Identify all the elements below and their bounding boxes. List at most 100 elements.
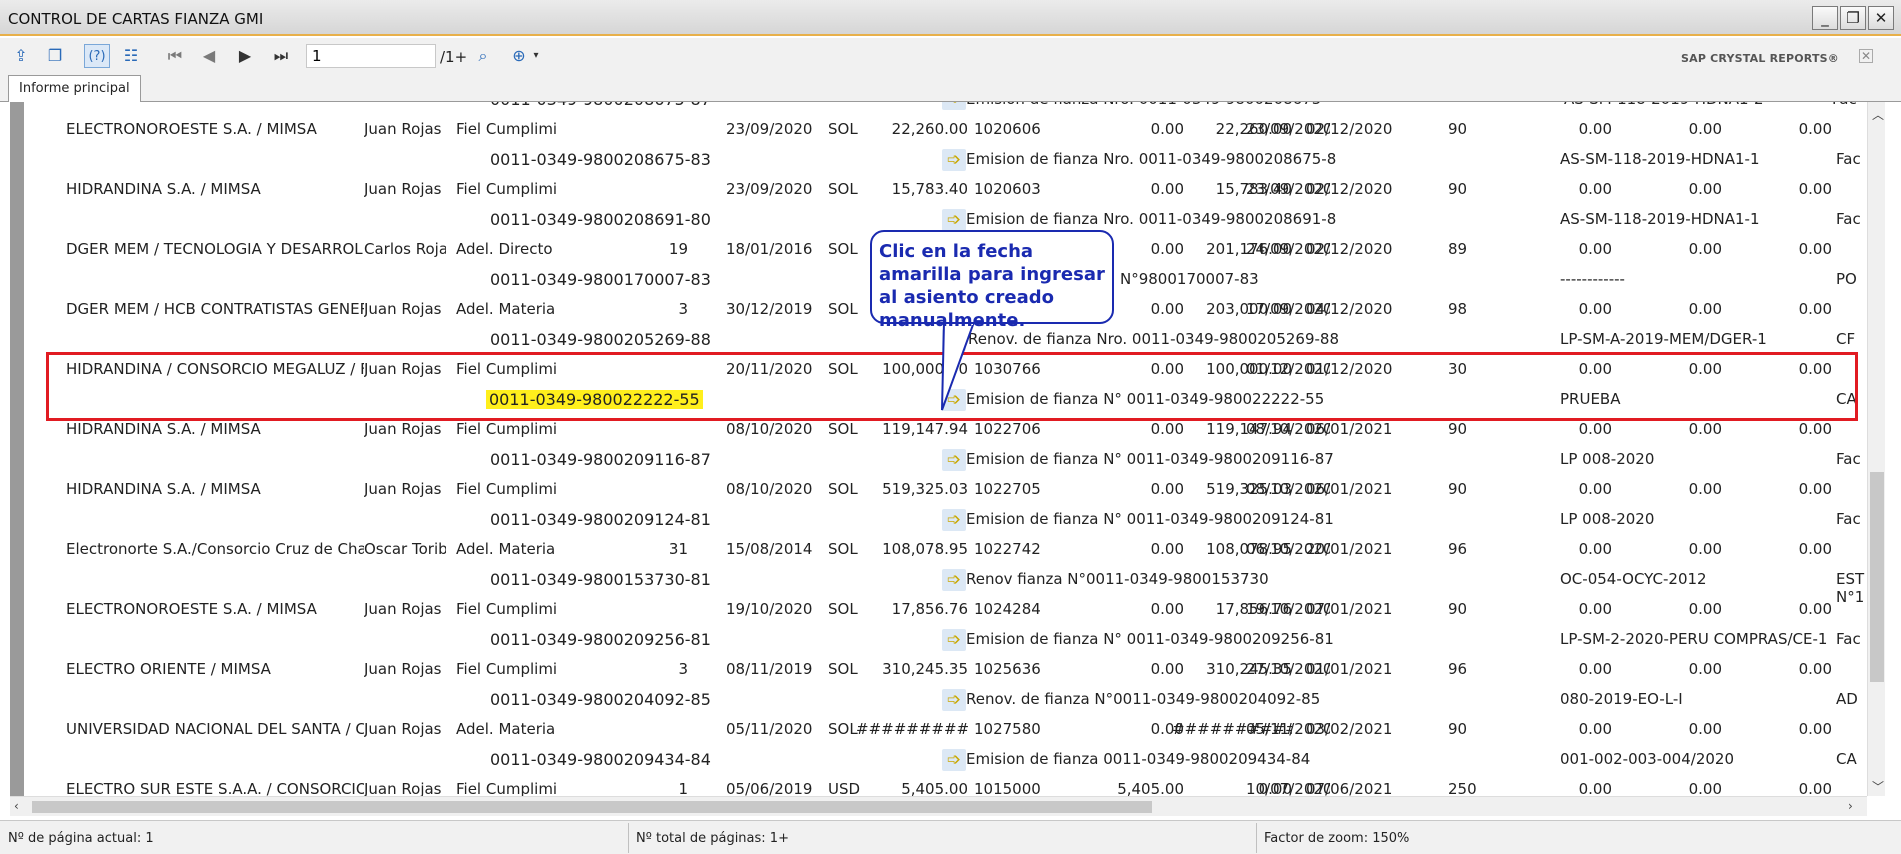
zoom-icon[interactable]: ⊕ <box>506 44 532 68</box>
proceso-code: AS-SM-118-2019-HDNA1-2 <box>1564 102 1804 108</box>
extra-text: CF <box>1836 330 1856 348</box>
col-f_fin: 02/12/2020 <box>1306 120 1393 138</box>
proceso-code: AS-SM-118-2019-HDNA1-1 <box>1560 210 1760 228</box>
vertical-scroll-thumb[interactable] <box>1870 472 1884 682</box>
glosa-text: Emision de fianza Nro. 0011-0349-9800208… <box>966 102 1326 108</box>
brand-close-icon[interactable]: ✕ <box>1859 49 1873 63</box>
drilldown-arrow-icon[interactable]: ➩ <box>942 509 966 531</box>
col-dias: 90 <box>1448 180 1468 198</box>
last-page-icon[interactable]: ⏭ <box>268 44 294 68</box>
status-total-pages: Nº total de páginas: 1+ <box>636 831 789 846</box>
col-f_fin: 02/12/2020 <box>1306 180 1393 198</box>
col-tipo: Fiel Cumplimi <box>456 180 556 198</box>
col-tipo: Fiel Cumplimi <box>456 660 556 678</box>
horizontal-scroll-thumb[interactable] <box>32 801 1152 813</box>
carta-number: 0011-0349-9800208675-87 <box>490 102 730 109</box>
col-v2: 0.00 <box>1688 660 1722 678</box>
col-n: 1 <box>678 780 688 796</box>
col-resp: Juan Rojas <box>364 120 442 138</box>
extra-text: CA <box>1836 750 1857 768</box>
glosa-text: Emision de fianza Nro. 0011-0349-9800208… <box>966 210 1336 228</box>
scroll-left-icon[interactable]: ‹ <box>14 799 19 813</box>
glosa-text: Emision de fianza N° 0011-0349-980020911… <box>966 450 1334 468</box>
glosa-text: Emision de fianza 0011-0349-9800209434-8… <box>966 750 1311 768</box>
proceso-code: LP-SM-2-2020-PERU COMPRAS/CE-1 <box>1560 630 1828 648</box>
extra-text: Fac <box>1832 102 1867 108</box>
col-v3: 0.00 <box>1798 240 1832 258</box>
restore-button[interactable]: ❐ <box>1840 6 1866 30</box>
carta-number: 0011-0349-9800204092-85 <box>490 690 711 709</box>
glosa-text: Emision de fianza N° 0011-0349-980020925… <box>966 630 1334 648</box>
carta-number: 0011-0349-9800205269-88 <box>490 330 711 349</box>
col-dias: 250 <box>1448 780 1477 796</box>
vertical-scrollbar[interactable]: ︿ ﹀ <box>1867 102 1885 796</box>
scroll-right-icon[interactable]: › <box>1848 799 1853 813</box>
col-tipo: Fiel Cumplimi <box>456 480 556 498</box>
glosa-text: Renov. de fianza Nro. 0011-0349-98002052… <box>968 330 1338 348</box>
col-asiento: 1020606 <box>974 120 1041 138</box>
col-v3: 0.00 <box>1798 120 1832 138</box>
col-resp: Juan Rojas <box>364 420 442 438</box>
col-f_fin: 03/02/2021 <box>1306 720 1393 738</box>
group-tree-icon[interactable]: ☷ <box>118 44 144 68</box>
export-icon[interactable]: ⇪ <box>8 44 34 68</box>
col-resp: Juan Rojas <box>364 780 442 796</box>
drilldown-arrow-icon[interactable]: ➩ <box>942 149 966 171</box>
col-asiento: 1022705 <box>974 480 1041 498</box>
drilldown-arrow-icon[interactable]: ➩ <box>942 449 966 471</box>
find-icon[interactable]: ⌕ <box>470 44 496 68</box>
next-page-icon[interactable]: ▶ <box>232 44 258 68</box>
col-cliente: DGER MEM / HCB CONTRATISTAS GENERA <box>66 300 364 318</box>
minimize-button[interactable]: _ <box>1812 6 1838 30</box>
scroll-down-icon[interactable]: ﹀ <box>1872 778 1884 795</box>
col-resp: Juan Rojas <box>364 300 442 318</box>
col-v3: 0.00 <box>1798 420 1832 438</box>
carta-number: 0011-0349-9800209124-81 <box>490 510 711 529</box>
carta-number: 0011-0349-9800209116-87 <box>490 450 711 469</box>
drilldown-arrow-icon[interactable]: ➩ <box>942 629 966 651</box>
toolbar: ⇪ ❐ (?) ☷ ⏮ ◀ ▶ ⏭ /1+ ⌕ ⊕ ▾ SAP CRYSTAL … <box>0 38 1901 74</box>
proceso-code: 001-002-003-004/2020 <box>1560 750 1734 768</box>
col-dias: 96 <box>1448 660 1468 678</box>
col-resp: Juan Rojas <box>364 600 442 618</box>
col-asiento: 1022742 <box>974 540 1041 558</box>
tab-main-report[interactable]: Informe principal <box>8 75 141 103</box>
help-icon[interactable]: (?) <box>84 44 110 68</box>
drilldown-arrow-icon[interactable]: ➩ <box>942 689 966 711</box>
col-v1: 0.00 <box>1578 300 1612 318</box>
drilldown-arrow-icon[interactable]: ➩ <box>942 569 966 591</box>
copy-icon[interactable]: ❐ <box>42 44 68 68</box>
zoom-dropdown-icon[interactable]: ▾ <box>530 44 542 68</box>
col-v1: 0.00 <box>1578 240 1612 258</box>
previous-page-icon[interactable]: ◀ <box>196 44 222 68</box>
carta-number: 0011-0349-9800170007-83 <box>490 270 711 289</box>
col-tipo: Adel. Material <box>456 300 556 318</box>
col-n: 3 <box>678 300 688 318</box>
carta-number: 0011-0349-9800153730-81 <box>490 570 711 589</box>
col-v2: 0.00 <box>1688 240 1722 258</box>
col-f_fin: 20/01/2021 <box>1306 540 1393 558</box>
drilldown-arrow-icon[interactable]: ➩ <box>942 102 966 110</box>
horizontal-scrollbar[interactable]: ‹ › <box>10 796 1867 816</box>
col-cliente: ELECTRONOROESTE S.A. / MIMSA <box>66 120 317 138</box>
col-v2: 0.00 <box>1688 720 1722 738</box>
status-current-page: Nº de página actual: 1 <box>8 831 154 846</box>
drilldown-arrow-icon[interactable]: ➩ <box>942 749 966 771</box>
report-left-strip <box>10 102 24 796</box>
col-dias: 90 <box>1448 600 1468 618</box>
scroll-up-icon[interactable]: ︿ <box>1872 106 1884 123</box>
glosa-text: Emision de fianza N° 0011-0349-980020912… <box>966 510 1334 528</box>
col-v2: 0.00 <box>1688 540 1722 558</box>
col-asiento: 1024284 <box>974 600 1041 618</box>
col-tipo: Adel. Material <box>456 540 556 558</box>
col-monto: 17,856.76 <box>891 600 968 618</box>
first-page-icon[interactable]: ⏮ <box>162 44 188 68</box>
window-title: CONTROL DE CARTAS FIANZA GMI <box>8 10 264 28</box>
extra-text: Fac <box>1836 450 1861 468</box>
col-tipo: Fiel Cumplimi <box>456 600 556 618</box>
drilldown-arrow-icon[interactable]: ➩ <box>942 209 966 231</box>
col-f_fin: 01/01/2021 <box>1306 660 1393 678</box>
page-number-input[interactable] <box>306 44 436 68</box>
col-f_fin: 06/01/2021 <box>1306 480 1393 498</box>
close-button[interactable]: ✕ <box>1868 6 1894 30</box>
